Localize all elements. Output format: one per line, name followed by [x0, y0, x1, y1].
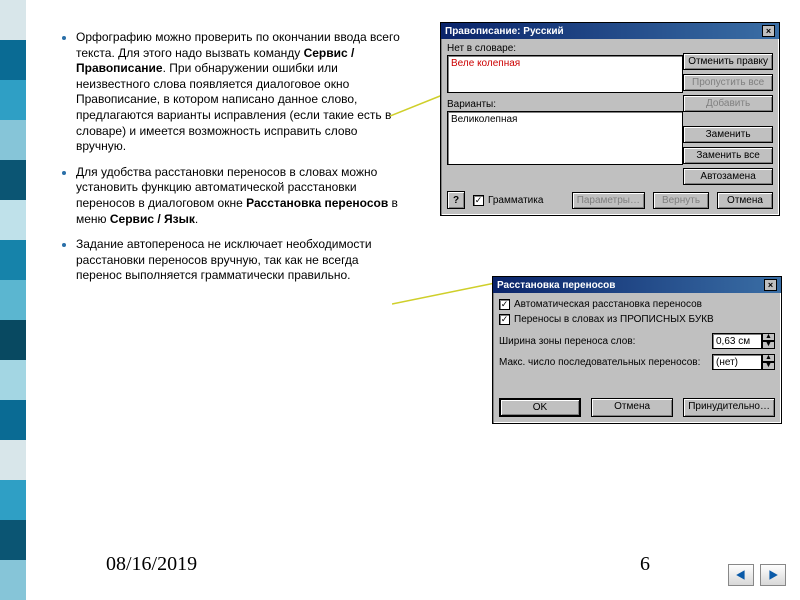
replace-button[interactable]: Заменить — [683, 126, 773, 143]
decorative-stripes — [0, 0, 26, 600]
triangle-left-icon — [735, 569, 747, 581]
chevron-down-icon[interactable]: ▼ — [762, 362, 775, 370]
chevron-up-icon[interactable]: ▲ — [762, 354, 775, 362]
autocorrect-button[interactable]: Автозамена — [683, 168, 773, 185]
options-button[interactable]: Параметры… — [572, 192, 645, 209]
spelling-dialog: Правописание: Русский × Нет в словаре: В… — [440, 22, 780, 216]
slide-number: 6 — [640, 553, 650, 576]
chevron-down-icon[interactable]: ▼ — [762, 341, 775, 349]
prev-button[interactable] — [728, 564, 754, 586]
grammar-checkbox[interactable]: ✓Грамматика — [473, 195, 543, 206]
dialog-title-bar[interactable]: Правописание: Русский × — [441, 23, 779, 39]
next-button[interactable] — [760, 564, 786, 586]
close-icon[interactable]: × — [762, 25, 775, 37]
slide-text: Орфографию можно проверить по окончании … — [60, 30, 405, 294]
force-button[interactable]: Принудительно… — [683, 398, 775, 417]
not-in-dict-field[interactable]: Веле колепная — [447, 55, 683, 93]
ok-button[interactable]: OK — [499, 398, 581, 417]
hyphenation-dialog: Расстановка переносов × ✓Автоматическая … — [492, 276, 782, 424]
close-icon[interactable]: × — [764, 279, 777, 291]
not-in-dict-label: Нет в словаре: — [447, 43, 516, 54]
cancel-button[interactable]: Отмена — [717, 192, 773, 209]
triangle-right-icon — [767, 569, 779, 581]
add-button[interactable]: Добавить — [683, 95, 773, 112]
auto-hyphen-checkbox[interactable]: ✓Автоматическая расстановка переносов — [499, 299, 775, 310]
replace-all-button[interactable]: Заменить все — [683, 147, 773, 164]
chevron-up-icon[interactable]: ▲ — [762, 333, 775, 341]
skip-all-button[interactable]: Пропустить все — [683, 74, 773, 91]
undo-button[interactable]: Отменить правку — [683, 53, 773, 70]
revert-button[interactable]: Вернуть — [653, 192, 709, 209]
max-consecutive-label: Макс. число последовательных переносов: — [499, 357, 700, 368]
zone-width-spinner[interactable]: 0,63 см ▲▼ — [712, 333, 775, 349]
bullet-2: Для удобства расстановки переносов в сло… — [76, 165, 405, 227]
dialog-title-bar[interactable]: Расстановка переносов × — [493, 277, 781, 293]
variants-list[interactable]: Великолепная — [447, 111, 683, 165]
help-icon[interactable]: ? — [447, 191, 465, 209]
caps-hyphen-checkbox[interactable]: ✓Переносы в словах из ПРОПИСНЫХ БУКВ — [499, 314, 775, 325]
dialog-title: Правописание: Русский — [445, 26, 564, 37]
variants-label: Варианты: — [447, 99, 496, 110]
cancel-button[interactable]: Отмена — [591, 398, 673, 417]
nav-controls — [728, 564, 786, 586]
bullet-3: Задание автопереноса не исключает необхо… — [76, 237, 405, 284]
bullet-1: Орфографию можно проверить по окончании … — [76, 30, 405, 155]
dialog-title: Расстановка переносов — [497, 280, 615, 291]
max-consecutive-spinner[interactable]: (нет) ▲▼ — [712, 354, 775, 370]
zone-width-label: Ширина зоны переноса слов: — [499, 336, 635, 347]
slide-date: 08/16/2019 — [106, 553, 197, 576]
